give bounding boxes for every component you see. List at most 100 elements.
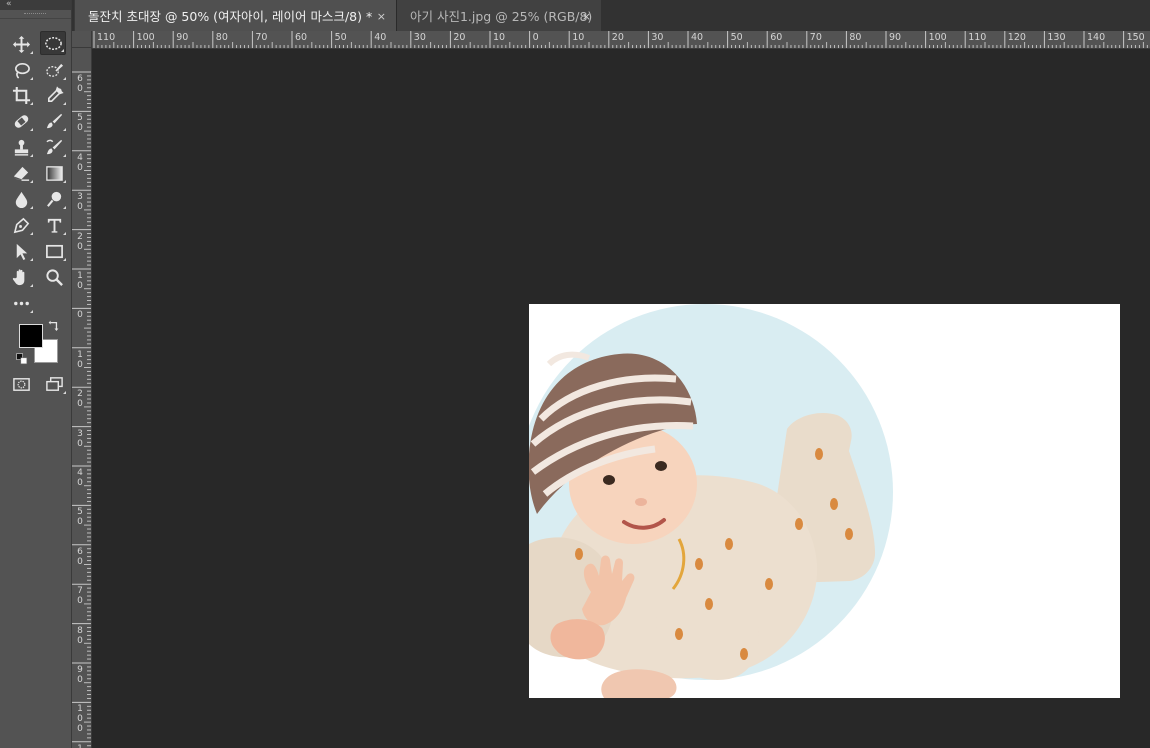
drop-icon bbox=[15, 191, 27, 208]
document-canvas[interactable] bbox=[529, 304, 1120, 698]
ruler-label: 10 bbox=[77, 349, 83, 370]
type-icon bbox=[47, 218, 61, 233]
ruler-label: 100 bbox=[928, 32, 947, 43]
swap-colors-button[interactable] bbox=[46, 318, 62, 334]
tools-panel: « bbox=[0, 0, 72, 748]
pen-icon bbox=[13, 217, 29, 233]
history-brush-icon bbox=[45, 139, 62, 154]
ruler-label: 120 bbox=[1007, 32, 1026, 43]
tab-label: 돌잔치 초대장 @ 50% (여자아이, 레이어 마스크/8) * bbox=[88, 9, 373, 24]
ruler-label: 60 bbox=[77, 74, 83, 94]
toolbar-drag-handle[interactable] bbox=[0, 10, 71, 19]
edit-toolbar-button[interactable] bbox=[8, 291, 34, 315]
default-colors-icon bbox=[16, 353, 28, 365]
ruler-label: 80 bbox=[215, 32, 228, 43]
ruler-label: 130 bbox=[1047, 32, 1066, 43]
vertical-ruler[interactable]: 6050403020100102030405060708090100110 bbox=[72, 48, 92, 748]
swap-arrows-icon bbox=[48, 320, 58, 331]
ellipse-marquee-icon bbox=[44, 36, 62, 50]
quick-mask-button[interactable] bbox=[8, 372, 34, 396]
quick-selection-tool[interactable] bbox=[41, 58, 67, 82]
ruler-label: 20 bbox=[611, 32, 624, 43]
ruler-label: 100 bbox=[136, 32, 155, 43]
ruler-label: 30 bbox=[77, 192, 83, 213]
screen-mode-icon bbox=[45, 376, 63, 391]
default-colors-button[interactable] bbox=[14, 351, 30, 367]
clone-stamp-tool[interactable] bbox=[8, 135, 34, 159]
close-tab-icon[interactable]: × bbox=[377, 10, 386, 23]
ruler-label: 70 bbox=[809, 32, 822, 43]
healing-brush-tool[interactable] bbox=[8, 109, 34, 133]
horizontal-ruler[interactable]: 110 100 90 80 70 60 50 40 30 20 10 0 10 20 30 40 50 60 70 8… bbox=[92, 31, 1150, 49]
ruler-label: 10 bbox=[493, 32, 506, 43]
arrow-icon bbox=[16, 243, 27, 260]
ruler-label: 140 bbox=[1087, 32, 1106, 43]
ruler-label: 80 bbox=[77, 625, 83, 646]
stamp-icon bbox=[14, 139, 28, 156]
lasso-icon bbox=[14, 62, 30, 79]
quick-selection-icon bbox=[45, 63, 63, 77]
ruler-label: 0 bbox=[77, 310, 83, 321]
history-brush-tool[interactable] bbox=[41, 135, 67, 159]
crop-tool[interactable] bbox=[8, 83, 34, 107]
move-tool[interactable] bbox=[8, 32, 34, 56]
ruler-label: 60 bbox=[77, 546, 83, 567]
type-tool[interactable] bbox=[41, 213, 67, 237]
ruler-label: 50 bbox=[334, 32, 347, 43]
ruler-label: 60 bbox=[770, 32, 783, 43]
more-icon bbox=[13, 301, 29, 305]
path-selection-tool[interactable] bbox=[8, 239, 34, 263]
hand-tool[interactable] bbox=[8, 265, 34, 289]
ruler-label: 40 bbox=[691, 32, 704, 43]
ruler-label: 0 bbox=[532, 32, 539, 43]
pen-tool[interactable] bbox=[8, 213, 34, 237]
ruler-label: 70 bbox=[255, 32, 268, 43]
move-icon bbox=[12, 35, 30, 53]
rectangle-icon bbox=[45, 244, 63, 258]
ruler-label: 20 bbox=[453, 32, 466, 43]
ruler-label: 100 bbox=[77, 704, 83, 735]
brush-icon bbox=[46, 113, 62, 128]
elliptical-marquee-tool[interactable] bbox=[40, 31, 66, 55]
ruler-label: 90 bbox=[889, 32, 902, 43]
ruler-label: 10 bbox=[572, 32, 585, 43]
ruler-label: 20 bbox=[77, 231, 83, 252]
ruler-origin[interactable] bbox=[72, 31, 92, 48]
eyedropper-icon bbox=[47, 85, 64, 102]
ruler-label: 80 bbox=[849, 32, 862, 43]
ruler-label: 110 bbox=[97, 32, 116, 43]
ruler-label: 90 bbox=[77, 665, 83, 685]
ruler-label: 30 bbox=[413, 32, 426, 43]
tab-document-2[interactable]: 아기 사진1.jpg @ 25% (RGB/8) × bbox=[396, 0, 601, 31]
screen-mode-button[interactable] bbox=[41, 372, 67, 396]
gradient-tool[interactable] bbox=[41, 161, 67, 185]
tab-document-1[interactable]: 돌잔치 초대장 @ 50% (여자아이, 레이어 마스크/8) * × bbox=[74, 0, 396, 31]
foreground-color-swatch[interactable] bbox=[19, 324, 43, 348]
ruler-label: 50 bbox=[77, 507, 83, 528]
ruler-label: 40 bbox=[77, 152, 83, 173]
dodge-tool[interactable] bbox=[41, 187, 67, 211]
rectangle-tool[interactable] bbox=[41, 239, 67, 263]
dodge-icon bbox=[46, 191, 61, 207]
toolbar-collapse-button[interactable]: « bbox=[0, 0, 71, 10]
quick-mask-icon bbox=[12, 377, 30, 391]
ruler-label: 90 bbox=[176, 32, 189, 43]
eyedropper-tool[interactable] bbox=[41, 83, 67, 107]
eraser-icon bbox=[13, 166, 29, 181]
gradient-icon bbox=[45, 165, 63, 181]
brush-tool[interactable] bbox=[41, 109, 67, 133]
blur-tool[interactable] bbox=[8, 187, 34, 211]
ruler-label: 110 bbox=[968, 32, 987, 43]
lasso-tool[interactable] bbox=[8, 58, 34, 82]
eraser-tool[interactable] bbox=[8, 161, 34, 185]
ruler-label: 50 bbox=[730, 32, 743, 43]
zoom-tool[interactable] bbox=[41, 265, 67, 289]
ruler-label: 110 bbox=[76, 744, 84, 748]
tab-label: 아기 사진1.jpg @ 25% (RGB/8) bbox=[410, 9, 593, 24]
ruler-label: 40 bbox=[374, 32, 387, 43]
ruler-label: 150 bbox=[1126, 32, 1145, 43]
ruler-label: 30 bbox=[77, 428, 83, 449]
hand-icon bbox=[12, 268, 24, 285]
close-tab-icon[interactable]: × bbox=[582, 10, 591, 23]
ruler-label: 30 bbox=[651, 32, 664, 43]
